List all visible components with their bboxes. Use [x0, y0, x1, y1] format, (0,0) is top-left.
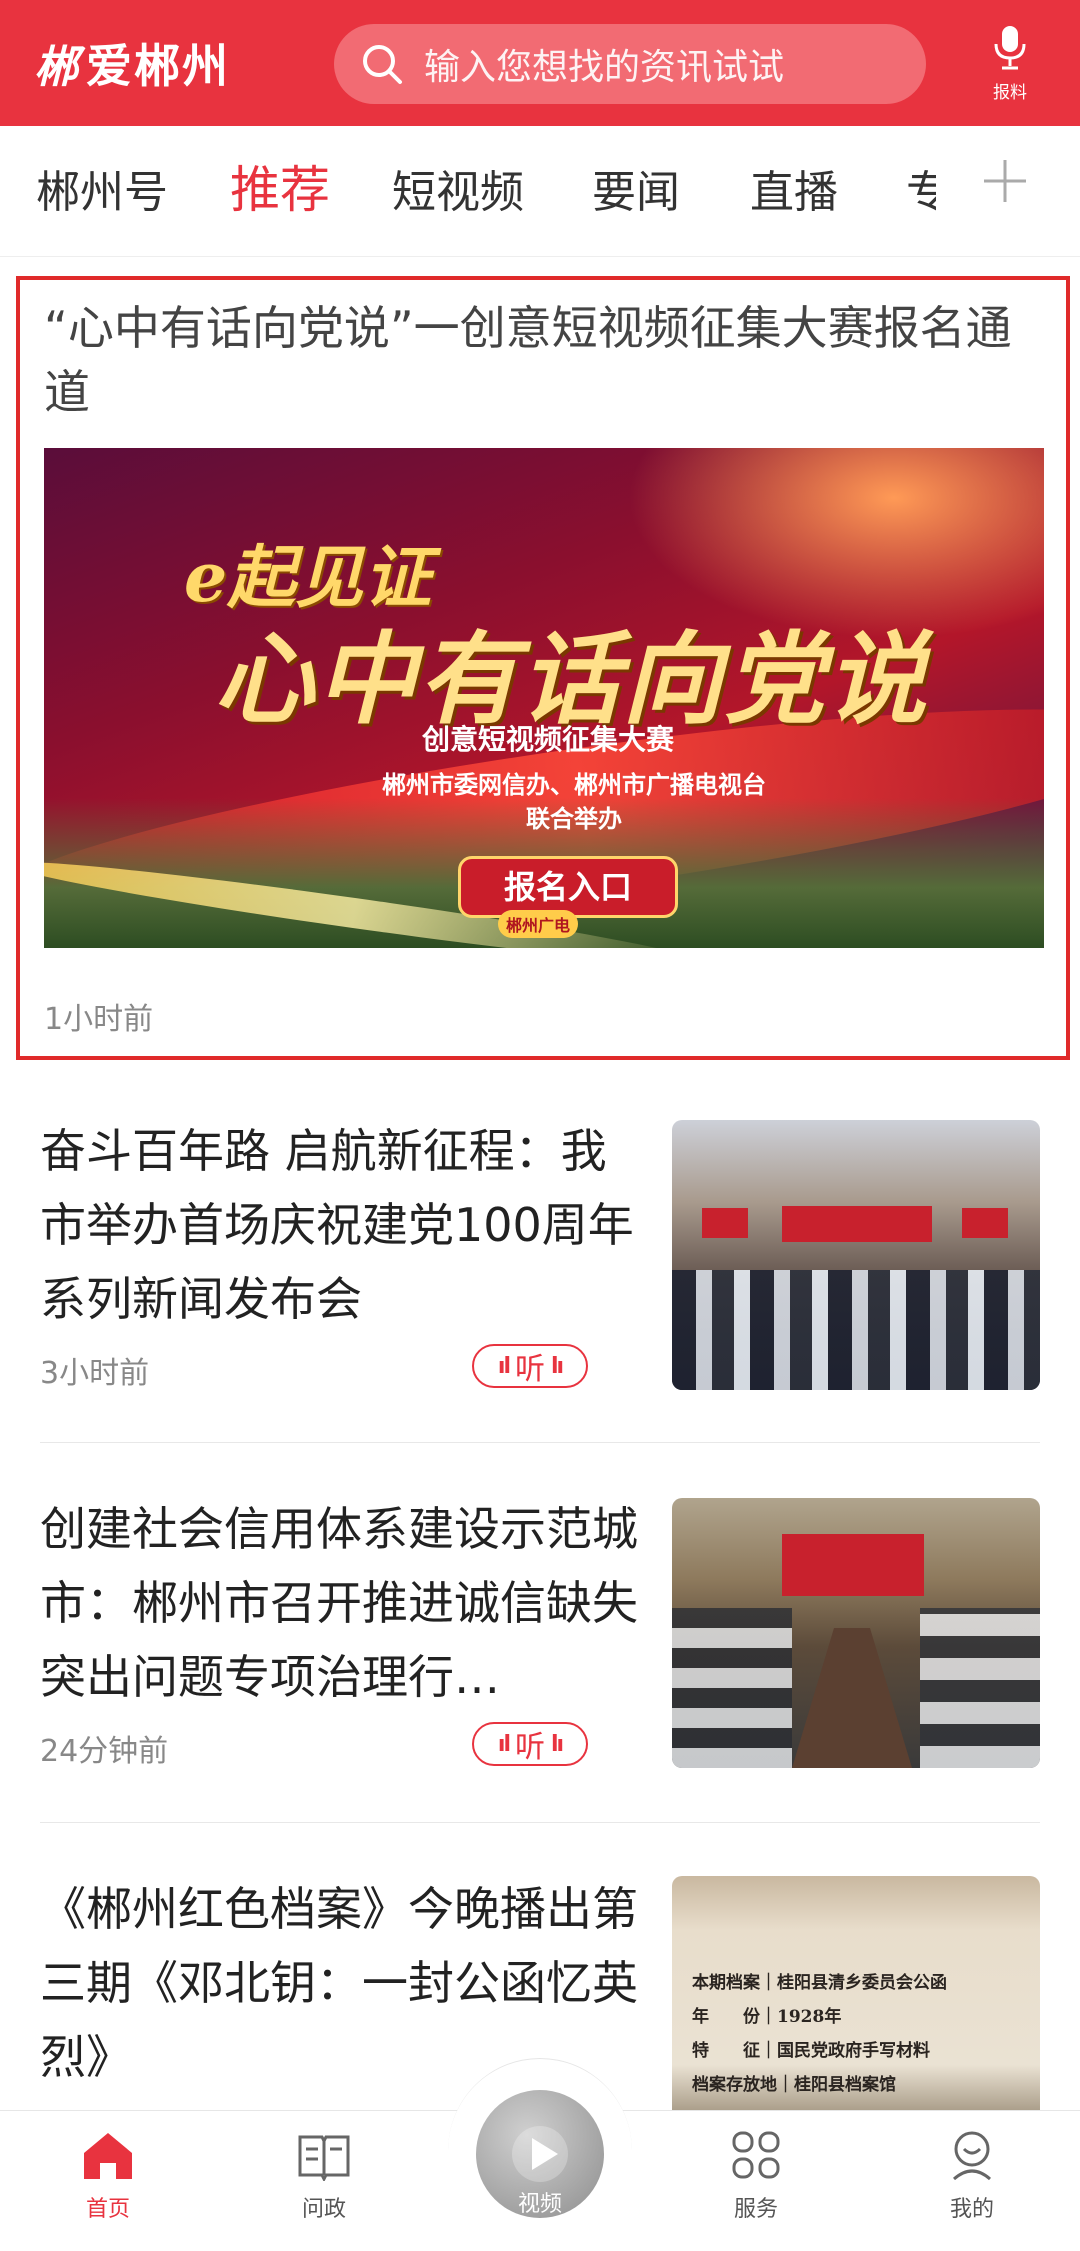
doc-line: 档案存放地｜桂阳县档案馆	[692, 2075, 896, 2095]
featured-banner-image[interactable]: e起见证 心中有话向党说 创意短视频征集大赛 郴州市委网信办、郴州市广播电视台 …	[44, 448, 1044, 948]
listen-button[interactable]: ıl 听 lı	[472, 1722, 588, 1766]
tab-headlines[interactable]: 要闻	[592, 156, 680, 220]
nav-home-label: 首页	[85, 2197, 130, 2222]
grid-services-icon	[732, 2131, 780, 2179]
nav-mine[interactable]: 我的	[912, 2129, 1032, 2223]
tab-recommend[interactable]: 推荐	[230, 150, 330, 222]
thumb-screen	[782, 1534, 924, 1596]
nav-services[interactable]: 服务	[696, 2129, 816, 2223]
home-icon	[84, 2133, 132, 2179]
nav-politics-label: 问政	[301, 2197, 346, 2222]
tab-chenzhou-hao[interactable]: 郴州号	[36, 156, 168, 220]
thumb-audience	[672, 1270, 1040, 1390]
banner-organizers-line1: 郴州市委网信办、郴州市广播电视台	[382, 771, 766, 799]
play-icon	[512, 2126, 568, 2182]
tab-short-video[interactable]: 短视频	[392, 156, 524, 220]
logo-mark: 郴	[34, 42, 78, 93]
profile-icon	[953, 2131, 991, 2181]
news-thumbnail	[672, 1120, 1040, 1390]
news-time: 3小时前	[40, 1356, 150, 1391]
thumb-screen	[702, 1208, 748, 1238]
listen-label: 听	[515, 1730, 545, 1765]
thumb-people-right	[920, 1608, 1040, 1768]
news-item[interactable]: 奋斗百年路 启航新征程：我市举办首场庆祝建党100周年系列新闻发布会 3小时前 …	[40, 1120, 1040, 1392]
banner-organizers-line2: 联合举办	[526, 805, 622, 833]
banner-organizers: 郴州市委网信办、郴州市广播电视台 联合举办	[364, 768, 784, 836]
report-label: 报料	[993, 83, 1027, 103]
nav-politics[interactable]: 问政	[264, 2129, 384, 2223]
featured-time: 1小时前	[44, 1002, 154, 1037]
news-time: 24分钟前	[40, 1734, 169, 1769]
tab-live[interactable]: 直播	[750, 156, 838, 220]
top-app-bar: 郴 爱郴州 输入您想找的资讯试试 报料	[0, 0, 1080, 126]
featured-article[interactable]: “心中有话向党说”一创意短视频征集大赛报名通道 e起见证 心中有话向党说 创意短…	[16, 276, 1070, 1060]
nav-video-label: 视频	[517, 2192, 562, 2217]
audio-bars-icon: lı	[551, 1731, 564, 1757]
book-icon	[298, 2135, 350, 2181]
divider	[40, 1442, 1040, 1443]
thumb-banner	[782, 1206, 932, 1242]
doc-line: 本期档案｜桂阳县清乡委员会公函	[692, 1973, 947, 1993]
audio-bars-icon: lı	[551, 1353, 564, 1379]
search-icon	[363, 45, 402, 84]
nav-mine-label: 我的	[949, 2197, 994, 2222]
news-title: 奋斗百年路 启航新征程：我市举办首场庆祝建党100周年系列新闻发布会	[40, 1124, 634, 1326]
thumb-table	[792, 1628, 912, 1768]
banner-logo-badge: 郴州广电	[498, 910, 579, 938]
news-title: 创建社会信用体系建设示范城市：郴州市召开推进诚信缺失突出问题专项治理行…	[40, 1502, 638, 1704]
thumb-screen	[962, 1208, 1008, 1238]
news-item[interactable]: 创建社会信用体系建设示范城市：郴州市召开推进诚信缺失突出问题专项治理行… 24分…	[40, 1498, 1040, 1770]
nav-home[interactable]: 首页	[48, 2129, 168, 2223]
logo-text: 爱郴州	[86, 39, 230, 93]
listen-label: 听	[515, 1352, 545, 1387]
search-placeholder: 输入您想找的资讯试试	[424, 47, 785, 88]
featured-title: “心中有话向党说”一创意短视频征集大赛报名通道	[44, 301, 1012, 419]
thumb-people-left	[672, 1608, 792, 1768]
channel-tabs: 郴州号 推荐 短视频 要闻 直播 专	[0, 126, 1080, 257]
nav-services-label: 服务	[733, 2197, 778, 2222]
doc-line: 特 征｜国民党政府手写材料	[692, 2041, 930, 2061]
doc-line: 年 份｜1928年	[692, 2007, 842, 2027]
add-channel-icon[interactable]	[980, 156, 1030, 206]
banner-subtitle: 创意短视频征集大赛	[422, 723, 675, 756]
report-button[interactable]: 报料	[980, 24, 1040, 104]
news-thumbnail	[672, 1498, 1040, 1768]
news-thumbnail: 本期档案｜桂阳县清乡委员会公函 年 份｜1928年 特 征｜国民党政府手写材料 …	[672, 1876, 1040, 2110]
banner-register-button: 报名入口	[458, 856, 678, 918]
microphone-icon	[994, 26, 1026, 70]
listen-button[interactable]: ıl 听 lı	[472, 1344, 588, 1388]
audio-bars-icon: ıl	[497, 1731, 511, 1757]
divider	[40, 1822, 1040, 1823]
audio-bars-icon: ıl	[497, 1353, 511, 1379]
app-logo[interactable]: 郴 爱郴州	[34, 30, 230, 96]
tab-partial[interactable]: 专	[906, 156, 936, 220]
search-bar[interactable]: 输入您想找的资讯试试	[334, 24, 926, 104]
archive-document: 本期档案｜桂阳县清乡委员会公函 年 份｜1928年 特 征｜国民党政府手写材料 …	[692, 1966, 1032, 2102]
